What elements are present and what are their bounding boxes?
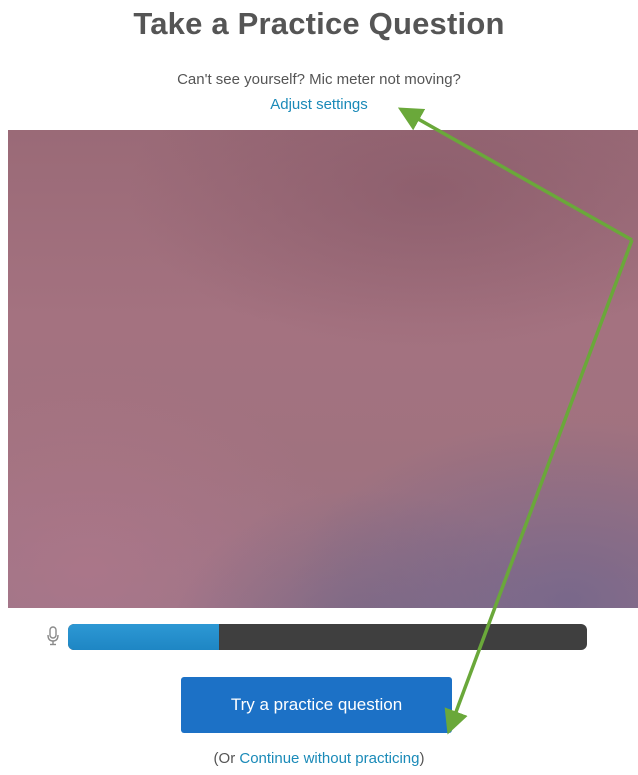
mic-meter-row [46,622,591,652]
mic-level-meter [68,624,587,650]
help-text: Can't see yourself? Mic meter not moving… [177,71,461,88]
practice-page: Take a Practice Question Can't see yours… [0,0,638,775]
page-title: Take a Practice Question [133,6,505,41]
continue-row: (Or Continue without practicing) [0,750,638,767]
adjust-settings-link[interactable]: Adjust settings [270,96,368,113]
continue-without-practicing-link[interactable]: Continue without practicing [239,750,419,767]
mic-level-fill [68,624,219,650]
continue-prefix: (Or [213,750,240,767]
adjust-settings-row: Adjust settings [0,96,638,113]
continue-suffix: ) [419,750,425,767]
microphone-icon [47,626,59,646]
try-practice-question-button[interactable]: Try a practice question [181,677,452,733]
webcam-preview [8,130,638,608]
